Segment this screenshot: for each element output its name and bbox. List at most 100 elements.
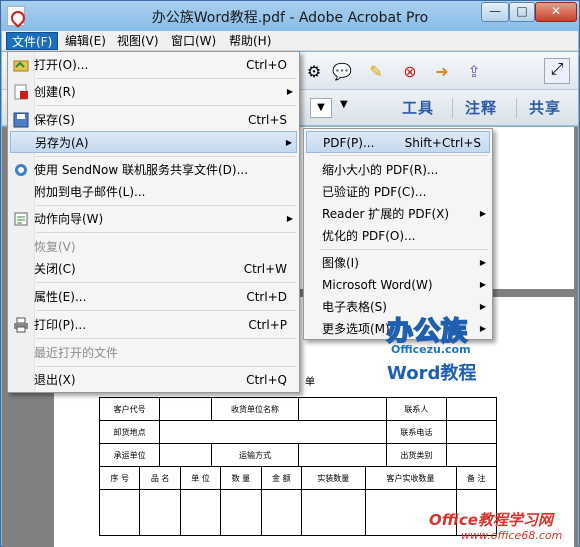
column-header: 客户实收数量 [364, 466, 457, 490]
settings-gear-icon[interactable]: ⚙ [304, 62, 324, 82]
table-cell: 卸货地点 [98, 420, 161, 444]
save-as-submenu: PDF(P)... Shift+Ctrl+S 缩小大小的 PDF(R)... 已… [303, 128, 493, 340]
submenu-item-microsoft-word[interactable]: Microsoft Word(W) ▶ [306, 274, 490, 296]
submenu-arrow-icon: ▶ [479, 280, 486, 289]
table-cell: 承运单位 [98, 443, 161, 467]
menu-separator [36, 105, 296, 106]
app-window: 办公族Word教程.pdf - Adobe Acrobat Pro — □ ✕ … [0, 0, 580, 547]
document-title-fragment: 单 [305, 377, 315, 388]
table-cell [446, 443, 497, 467]
menu-item-revert: 恢复(V) [34, 240, 76, 254]
submenu-item-pdf[interactable]: PDF(P)... Shift+Ctrl+S [306, 131, 490, 153]
highlight-icon[interactable]: ✎ [366, 62, 386, 82]
menu-separator [36, 282, 296, 283]
menu-separator [36, 310, 296, 311]
table-cell: 收货单位名称 [211, 397, 299, 421]
attach-icon[interactable]: ⇪ [464, 62, 484, 82]
close-button[interactable]: ✕ [535, 2, 577, 22]
comment-pane-button[interactable]: 注释 [465, 97, 497, 118]
table-row: 承运单位 运输方式 出货类别 [98, 443, 497, 467]
menu-item-properties[interactable]: 属性(E)... Ctrl+D [10, 286, 297, 308]
table-cell [446, 420, 497, 444]
menu-item-attach-email[interactable]: 附加到电子邮件(L)... [10, 181, 297, 203]
zoom-dropdown[interactable]: ▼ [310, 98, 332, 118]
menu-separator [36, 205, 296, 206]
office68-watermark-logo: Office教程学习网 www.office68.com [429, 511, 563, 542]
divider [516, 98, 517, 118]
table-cell [297, 397, 387, 421]
submenu-item-optimized-pdf[interactable]: 优化的 PDF(O)... [306, 225, 490, 247]
menu-separator [320, 155, 488, 156]
menu-separator [320, 249, 488, 250]
officezu-watermark-logo: 办公族 Officezu.com Word教程 [386, 316, 477, 384]
menu-item-exit[interactable]: 退出(X) Ctrl+Q [10, 369, 297, 391]
table-cell: 客户代号 [98, 397, 161, 421]
delete-page-icon[interactable]: ⊗ [400, 62, 420, 82]
table-cell [159, 443, 213, 467]
fullscreen-icon[interactable]: ⤢ [544, 58, 570, 84]
submenu-arrow-icon: ▶ [479, 209, 486, 218]
menu-item-save[interactable]: 保存(S) Ctrl+S [10, 109, 297, 131]
column-header: 序 号 [98, 466, 141, 490]
submenu-item-certified-pdf[interactable]: 已验证的 PDF(C)... [306, 181, 490, 203]
submenu-arrow-icon: ▶ [286, 87, 293, 96]
column-header: 单 位 [179, 466, 222, 490]
menu-window[interactable]: 窗口(W) [166, 32, 221, 50]
file-menu-dropdown: 打开(O)... Ctrl+O 创建(R) ▶ 保存(S) Ctrl+S 另存为… [7, 51, 300, 393]
menu-view[interactable]: 视图(V) [112, 32, 164, 50]
submenu-item-reduced-size-pdf[interactable]: 缩小大小的 PDF(R)... [306, 159, 490, 181]
submenu-arrow-icon: ▶ [286, 214, 293, 223]
menu-item-recent-files: 最近打开的文件 [34, 346, 119, 360]
table-cell [297, 443, 387, 467]
table-cell: 运输方式 [211, 443, 299, 467]
create-pdf-icon [13, 84, 29, 100]
menu-item-action-wizard[interactable]: 动作向导(W) ▶ [10, 208, 297, 230]
column-header: 备 注 [455, 466, 497, 490]
menu-help[interactable]: 帮助(H) [224, 32, 276, 50]
export-icon[interactable]: ➜ [432, 62, 452, 82]
menu-file[interactable]: 文件(F) [6, 32, 59, 50]
column-header: 金 额 [260, 466, 303, 490]
sendnow-share-icon [13, 162, 29, 178]
submenu-item-image[interactable]: 图像(I) ▶ [306, 252, 490, 274]
submenu-arrow-icon: ▶ [479, 258, 486, 267]
table-cell: 联系人 [385, 397, 448, 421]
menu-item-sendnow[interactable]: 使用 SendNow 联机服务共享文件(D)... [10, 159, 297, 181]
comment-icon[interactable]: 💬 [332, 62, 352, 82]
column-header: 数 量 [220, 466, 262, 490]
menu-separator [36, 232, 296, 233]
column-header: 实装数量 [301, 466, 366, 490]
action-wizard-icon [13, 211, 29, 227]
column-header: 品 名 [139, 466, 181, 490]
table-cell: 联系电话 [385, 420, 448, 444]
maximize-button[interactable]: □ [509, 2, 535, 22]
table-row: 客户代号 收货单位名称 联系人 [98, 397, 497, 421]
save-disk-icon [13, 112, 29, 128]
menu-separator [36, 78, 296, 79]
menu-item-open[interactable]: 打开(O)... Ctrl+O [10, 54, 297, 76]
delivery-form-table: 客户代号 收货单位名称 联系人 卸货地点 联系电话 承运单位 运输方式 出货类别 [98, 397, 497, 467]
menu-item-save-as[interactable]: 另存为(A) ▶ [10, 131, 297, 153]
menu-separator [36, 366, 296, 367]
menu-item-close[interactable]: 关闭(C) Ctrl+W [10, 258, 297, 280]
table-cell [159, 397, 213, 421]
menu-edit[interactable]: 编辑(E) [60, 32, 111, 50]
table-cell [159, 420, 387, 444]
open-folder-icon [13, 57, 29, 73]
minimize-button[interactable]: — [481, 2, 509, 22]
tools-pane-button[interactable]: 工具 [402, 97, 434, 118]
submenu-arrow-icon: ▶ [285, 138, 292, 147]
menu-separator [36, 338, 296, 339]
table-cell: 出货类别 [385, 443, 448, 467]
submenu-item-reader-extended-pdf[interactable]: Reader 扩展的 PDF(X) ▶ [306, 203, 490, 225]
share-pane-button[interactable]: 共享 [529, 97, 561, 118]
title-bar: 办公族Word教程.pdf - Adobe Acrobat Pro — □ ✕ [1, 1, 579, 31]
menu-separator [36, 156, 296, 157]
menu-item-create[interactable]: 创建(R) ▶ [10, 81, 297, 103]
menu-item-print[interactable]: 打印(P)... Ctrl+P [10, 314, 297, 336]
menu-bar: 文件(F) 编辑(E) 视图(V) 窗口(W) 帮助(H) [2, 31, 578, 51]
table-row: 卸货地点 联系电话 [98, 420, 497, 444]
chevron-down-icon[interactable]: ▼ [340, 99, 348, 110]
table-cell [446, 397, 497, 421]
divider [452, 98, 453, 118]
